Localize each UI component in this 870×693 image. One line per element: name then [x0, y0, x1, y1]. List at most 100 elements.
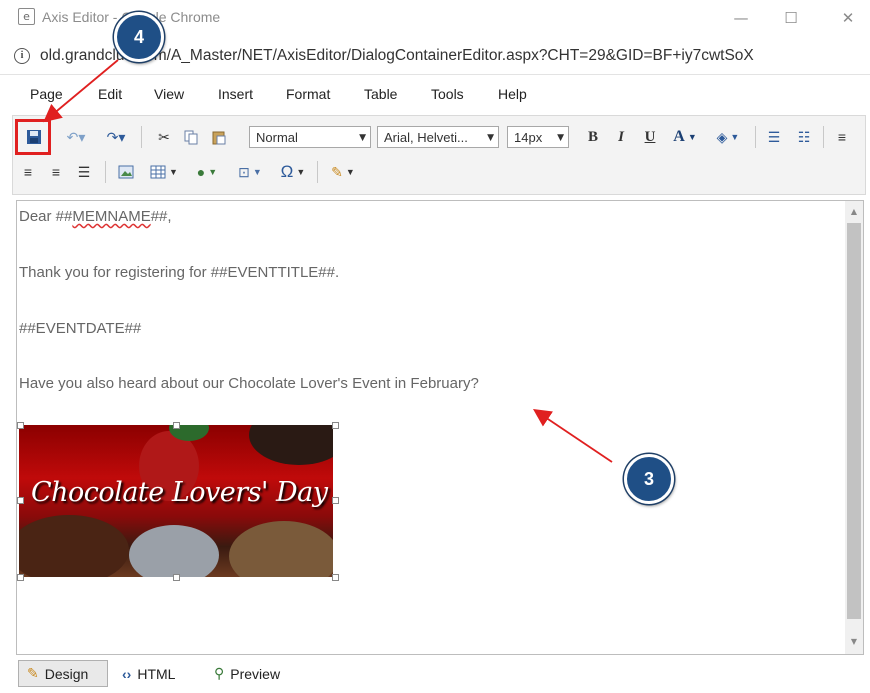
- tab-html[interactable]: ‹› HTML: [114, 660, 194, 687]
- underline-button[interactable]: U: [640, 126, 660, 148]
- scroll-down-icon[interactable]: ▼: [847, 635, 861, 649]
- paste-button[interactable]: [208, 126, 230, 148]
- redo-button[interactable]: ↷▾: [101, 126, 131, 148]
- font-color-icon: A: [673, 128, 685, 145]
- align-right-icon: ≡: [51, 164, 61, 180]
- greeting-prefix: Dear ##: [19, 208, 73, 225]
- italic-button[interactable]: I: [611, 126, 631, 148]
- chocolate-event-line: Have you also heard about our Chocolate …: [19, 375, 479, 392]
- redo-icon: ↷▾: [106, 128, 126, 145]
- close-button[interactable]: ✕: [832, 4, 864, 32]
- menu-item-insert[interactable]: Insert: [218, 86, 253, 102]
- undo-button[interactable]: ↶▾: [61, 126, 91, 148]
- resize-handle[interactable]: [17, 574, 24, 581]
- toolbar-separator: [141, 126, 142, 148]
- maximize-button[interactable]: ☐: [775, 4, 807, 32]
- cut-icon: ✂: [158, 128, 170, 145]
- special-character-icon: Ω: [280, 162, 294, 181]
- info-icon[interactable]: i: [14, 48, 30, 64]
- editor-scrollbar[interactable]: ▲ ▼: [845, 201, 863, 654]
- ordered-list-icon: ☰: [767, 128, 781, 145]
- tab-design[interactable]: ✎ Design: [18, 660, 108, 687]
- format-stripper-button[interactable]: ✎ ▼: [325, 161, 361, 183]
- resize-handle[interactable]: [332, 422, 339, 429]
- chevron-down-icon: ▼: [359, 133, 366, 143]
- menu-item-tools[interactable]: Tools: [431, 86, 464, 102]
- special-character-button[interactable]: Ω ▼: [275, 161, 311, 183]
- resize-handle[interactable]: [17, 422, 24, 429]
- justify-button[interactable]: ☰: [73, 161, 95, 183]
- greeting-line: Dear ##MEMNAME##,: [19, 208, 172, 225]
- save-button-highlight: [15, 119, 51, 155]
- unordered-list-icon: ☷: [797, 128, 811, 145]
- step-4-badge: 4: [114, 12, 164, 62]
- bold-icon: B: [587, 128, 598, 145]
- bold-button[interactable]: B: [583, 126, 603, 148]
- copy-button[interactable]: [181, 126, 201, 148]
- menu-item-edit[interactable]: Edit: [98, 86, 122, 102]
- editor-toolbar: ↶▾ ↷▾ ✂ Normal ▼ Arial, Helveti... ▼ 14px ▼…: [12, 115, 866, 195]
- menu-item-page[interactable]: Page: [30, 86, 63, 102]
- scrollbar-thumb[interactable]: [847, 223, 861, 619]
- resize-handle[interactable]: [173, 574, 180, 581]
- chevron-down-icon: ▼: [252, 167, 262, 177]
- image-manager-button[interactable]: [115, 161, 137, 183]
- menu-item-help[interactable]: Help: [498, 86, 527, 102]
- chevron-down-icon: ▼: [208, 167, 218, 177]
- resize-handle[interactable]: [332, 497, 339, 504]
- align-center-icon: ≡: [23, 164, 33, 180]
- tab-preview-label: Preview: [230, 665, 281, 682]
- toolbar-separator: [755, 126, 756, 148]
- minimize-button[interactable]: —: [725, 4, 757, 32]
- table-button[interactable]: ▼: [147, 161, 181, 183]
- format-stripper-icon: ✎: [331, 163, 343, 180]
- menu-bar: Page Edit View Insert Format Table Tools…: [0, 75, 870, 113]
- chevron-down-icon: ▼: [687, 132, 697, 142]
- pencil-icon: ✎: [27, 665, 39, 681]
- cut-button[interactable]: ✂: [154, 126, 174, 148]
- event-date-line: ##EVENTDATE##: [19, 320, 142, 337]
- resize-handle[interactable]: [173, 422, 180, 429]
- align-center-button[interactable]: ≡: [17, 161, 39, 183]
- font-color-button[interactable]: A ▼: [668, 126, 702, 148]
- paragraph-format-select[interactable]: Normal ▼: [249, 126, 371, 148]
- menu-item-format[interactable]: Format: [286, 86, 330, 102]
- highlight-button[interactable]: ◈ ▼: [710, 126, 746, 148]
- table-icon: [150, 165, 166, 179]
- step-3-badge: 3: [624, 454, 674, 504]
- editor-content-area[interactable]: Dear ##MEMNAME##, Thank you for register…: [16, 200, 864, 655]
- toolbar-separator: [317, 161, 318, 183]
- merge-field-memname: MEMNAME: [72, 208, 151, 225]
- chocolate-lovers-image[interactable]: Chocolate Lovers' Day: [19, 425, 333, 577]
- scroll-up-icon[interactable]: ▲: [847, 205, 861, 219]
- hyperlink-icon: ●: [196, 164, 206, 180]
- tab-design-label: Design: [44, 665, 89, 682]
- menu-item-view[interactable]: View: [154, 86, 184, 102]
- undo-icon: ↶▾: [66, 128, 86, 145]
- greeting-suffix: ##,: [150, 208, 172, 225]
- chevron-down-icon: ▼: [730, 132, 740, 142]
- resize-handle[interactable]: [332, 574, 339, 581]
- align-right-button[interactable]: ≡: [45, 161, 67, 183]
- align-left-button[interactable]: ≡: [831, 126, 853, 148]
- font-family-select[interactable]: Arial, Helveti... ▼: [377, 126, 499, 148]
- template-button[interactable]: ⊡ ▼: [231, 161, 269, 183]
- resize-handle[interactable]: [17, 497, 24, 504]
- ordered-list-button[interactable]: ☰: [763, 126, 785, 148]
- font-family-value: Arial, Helveti...: [384, 130, 468, 145]
- justify-icon: ☰: [77, 163, 91, 180]
- chevron-down-icon: ▼: [487, 133, 494, 143]
- underline-icon: U: [644, 128, 656, 145]
- image-caption: Chocolate Lovers' Day: [31, 477, 328, 508]
- font-size-select[interactable]: 14px ▼: [507, 126, 569, 148]
- hyperlink-button[interactable]: ● ▼: [189, 161, 225, 183]
- image-manager-icon: [118, 165, 134, 179]
- thank-you-line: Thank you for registering for ##EVENTTIT…: [19, 264, 340, 281]
- highlight-icon: ◈: [716, 128, 728, 145]
- unordered-list-button[interactable]: ☷: [793, 126, 815, 148]
- toolbar-separator: [105, 161, 106, 183]
- url-text[interactable]: old.grandclub.com/A_Master/NET/AxisEdito…: [40, 47, 868, 65]
- tab-preview[interactable]: ⚲ Preview: [206, 660, 302, 687]
- app-icon: e: [18, 8, 35, 25]
- menu-item-table[interactable]: Table: [364, 86, 397, 102]
